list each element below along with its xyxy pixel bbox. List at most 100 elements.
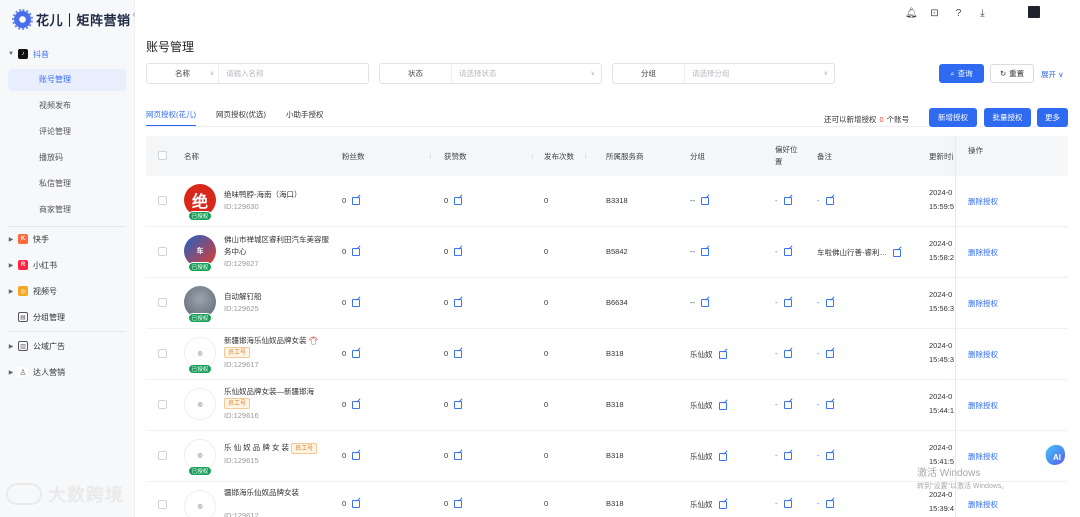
- caret-right-icon: ▶: [8, 262, 14, 269]
- row-checkbox[interactable]: [158, 298, 167, 307]
- nav-group-kuaishou[interactable]: ▶ K 快手: [0, 231, 135, 247]
- more-button[interactable]: 更多: [1037, 108, 1068, 127]
- location-cell: -: [775, 196, 792, 205]
- edit-icon[interactable]: [352, 349, 361, 358]
- col-posts[interactable]: 发布次数 ↓: [544, 136, 588, 176]
- edit-icon[interactable]: [701, 196, 709, 205]
- edit-icon[interactable]: [783, 196, 792, 205]
- edit-icon[interactable]: [783, 451, 792, 460]
- edit-icon[interactable]: [454, 247, 463, 256]
- edit-icon[interactable]: [454, 499, 463, 508]
- sort-icon[interactable]: ↓: [429, 153, 433, 160]
- query-button[interactable]: ⌕ 查询: [939, 64, 984, 83]
- name-filter-label[interactable]: 名称 ∨: [147, 64, 219, 83]
- sidebar-item-comment-management[interactable]: 评论管理: [8, 121, 126, 143]
- edit-icon[interactable]: [454, 349, 463, 358]
- sidebar-item-video-publish[interactable]: 视频发布: [8, 95, 126, 117]
- group-filter[interactable]: 分组 请选择分组 ∨: [612, 63, 835, 84]
- delete-auth-link[interactable]: 删除授权: [968, 196, 998, 207]
- edit-icon[interactable]: [352, 400, 361, 409]
- edit-icon[interactable]: [352, 247, 361, 256]
- edit-icon[interactable]: [783, 499, 792, 508]
- edit-icon[interactable]: [454, 400, 463, 409]
- edit-icon[interactable]: [783, 247, 792, 256]
- tab-web-auth-youxuan[interactable]: 网页授权(优选): [216, 109, 266, 125]
- edit-icon[interactable]: [825, 400, 834, 409]
- sidebar-item-dm-management[interactable]: 私信管理: [8, 173, 126, 195]
- edit-icon[interactable]: [718, 401, 727, 410]
- edit-icon[interactable]: [352, 451, 361, 460]
- name-input[interactable]: 请输入名称: [219, 68, 368, 79]
- row-checkbox[interactable]: [158, 500, 167, 509]
- add-auth-button[interactable]: 新增授权: [929, 108, 977, 127]
- edit-icon[interactable]: [701, 298, 709, 307]
- batch-auth-button[interactable]: 批量授权: [984, 108, 1031, 127]
- edit-icon[interactable]: [893, 248, 901, 257]
- nav-group-shipinhao[interactable]: ▶ ◎ 视频号: [0, 283, 135, 299]
- user-avatar[interactable]: [1028, 6, 1040, 18]
- select-all-checkbox[interactable]: [158, 151, 167, 160]
- tab-assistant-auth[interactable]: 小助手授权: [286, 109, 324, 125]
- edit-icon[interactable]: [825, 499, 834, 508]
- edit-icon[interactable]: [352, 298, 361, 307]
- location-cell: -: [775, 400, 792, 409]
- gift-icon[interactable]: ⊡: [929, 8, 940, 19]
- posts-cell: 0: [544, 499, 549, 508]
- bell-icon[interactable]: 🔔︎: [905, 8, 918, 19]
- edit-icon[interactable]: [454, 298, 463, 307]
- nav-group-public-ads[interactable]: ▶ ▥ 公域广告: [0, 338, 135, 354]
- download-icon[interactable]: ⤓: [977, 8, 988, 19]
- help-icon[interactable]: ?: [953, 8, 964, 19]
- nav-group-influencer[interactable]: ▶ ♙ 达人营销: [0, 364, 135, 380]
- collapse-sidebar-icon[interactable]: ‹: [128, 8, 140, 20]
- delete-auth-link[interactable]: 删除授权: [968, 247, 998, 258]
- edit-icon[interactable]: [352, 196, 361, 205]
- delete-auth-link[interactable]: 删除授权: [968, 451, 998, 462]
- status-filter[interactable]: 状态 请选择状态 ∨: [379, 63, 602, 84]
- status-select[interactable]: 请选择状态: [452, 68, 591, 79]
- sidebar-item-play-code[interactable]: 播放码: [8, 147, 126, 169]
- brand[interactable]: 花儿｜矩阵营销: [12, 8, 131, 30]
- edit-icon[interactable]: [825, 451, 834, 460]
- row-checkbox[interactable]: [158, 400, 167, 409]
- sidebar-item-merchant-management[interactable]: 商家管理: [8, 199, 126, 221]
- sidebar-item-account-management[interactable]: 账号管理: [8, 69, 126, 91]
- col-fans[interactable]: 粉丝数 ↓: [342, 136, 432, 176]
- nav-group-douyin[interactable]: ▼ ♪ 抖音: [0, 46, 135, 62]
- expand-link[interactable]: 展开 ∨: [1041, 69, 1064, 80]
- edit-icon[interactable]: [718, 452, 727, 461]
- name-filter[interactable]: 名称 ∨ 请输入名称: [146, 63, 369, 84]
- edit-icon[interactable]: [454, 451, 463, 460]
- edit-icon[interactable]: [825, 349, 834, 358]
- account-name: 绝味鸭脖-海南（海口）: [224, 190, 302, 199]
- edit-icon[interactable]: [454, 196, 463, 205]
- edit-icon[interactable]: [783, 349, 792, 358]
- reset-button[interactable]: ↻ 重置: [990, 64, 1034, 83]
- col-likes[interactable]: 获赞数 ↓: [444, 136, 534, 176]
- nav-group-group-management[interactable]: ▤ 分组管理: [0, 309, 135, 325]
- edit-icon[interactable]: [825, 196, 834, 205]
- delete-auth-link[interactable]: 删除授权: [968, 298, 998, 309]
- sort-icon[interactable]: ↓: [584, 153, 588, 160]
- row-checkbox[interactable]: [158, 196, 167, 205]
- edit-icon[interactable]: [783, 298, 792, 307]
- edit-icon[interactable]: [701, 247, 709, 256]
- row-checkbox[interactable]: [158, 451, 167, 460]
- delete-auth-link[interactable]: 删除授权: [968, 400, 998, 411]
- edit-icon[interactable]: [718, 500, 727, 509]
- nav-group-xiaohongshu[interactable]: ▶ R 小红书: [0, 257, 135, 273]
- row-checkbox[interactable]: [158, 247, 167, 256]
- ai-assistant-button[interactable]: AI: [1040, 440, 1070, 470]
- updated-date: 2024-0: [929, 392, 953, 401]
- group-icon: ▤: [18, 312, 28, 322]
- edit-icon[interactable]: [825, 298, 834, 307]
- edit-icon[interactable]: [783, 400, 792, 409]
- tab-web-auth-huaer[interactable]: 网页授权(花儿): [146, 109, 196, 127]
- edit-icon[interactable]: [352, 499, 361, 508]
- group-select[interactable]: 请选择分组: [685, 68, 824, 79]
- sort-icon[interactable]: ↓: [531, 153, 535, 160]
- edit-icon[interactable]: [718, 350, 727, 359]
- delete-auth-link[interactable]: 删除授权: [968, 499, 998, 510]
- delete-auth-link[interactable]: 删除授权: [968, 349, 998, 360]
- row-checkbox[interactable]: [158, 349, 167, 358]
